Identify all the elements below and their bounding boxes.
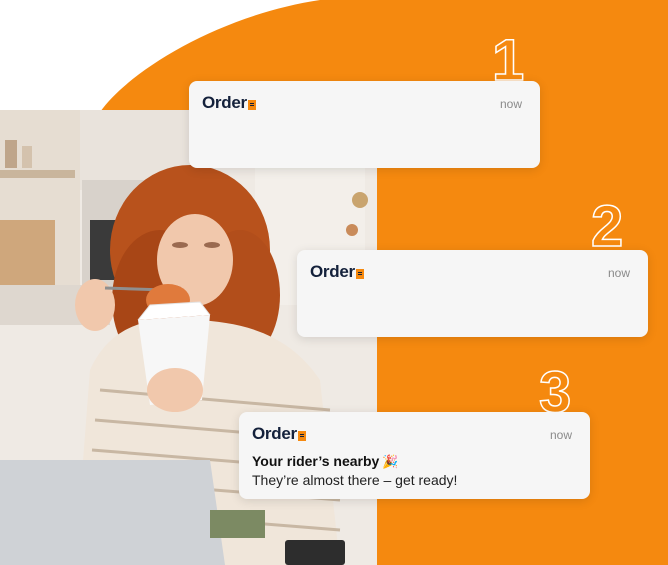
notification-card-2[interactable]: Order now	[297, 250, 648, 337]
notification-body: They’re almost there – get ready!	[252, 472, 458, 488]
step-number-2: 2	[590, 194, 624, 259]
brand-logo: Order	[310, 262, 364, 282]
notification-title: Your rider’s nearby 🎉	[252, 453, 399, 470]
notification-time: now	[549, 428, 572, 442]
notification-card-3[interactable]: Order now Your rider’s nearby 🎉 They’re a…	[239, 412, 590, 499]
notification-time: now	[607, 266, 630, 280]
notification-card-1[interactable]: Order now	[189, 81, 540, 168]
party-popper-icon: 🎉	[382, 454, 399, 469]
brand-name: Order	[252, 424, 297, 443]
notification-title-text: Your rider’s nearby	[252, 453, 380, 469]
brand-logo: Order	[202, 93, 256, 113]
order-logo-icon	[355, 268, 364, 279]
brand-name: Order	[202, 93, 247, 112]
brand-logo: Order	[252, 424, 306, 444]
brand-name: Order	[310, 262, 355, 281]
order-logo-icon	[297, 430, 306, 441]
notification-time: now	[499, 97, 522, 111]
order-logo-icon	[247, 99, 256, 110]
